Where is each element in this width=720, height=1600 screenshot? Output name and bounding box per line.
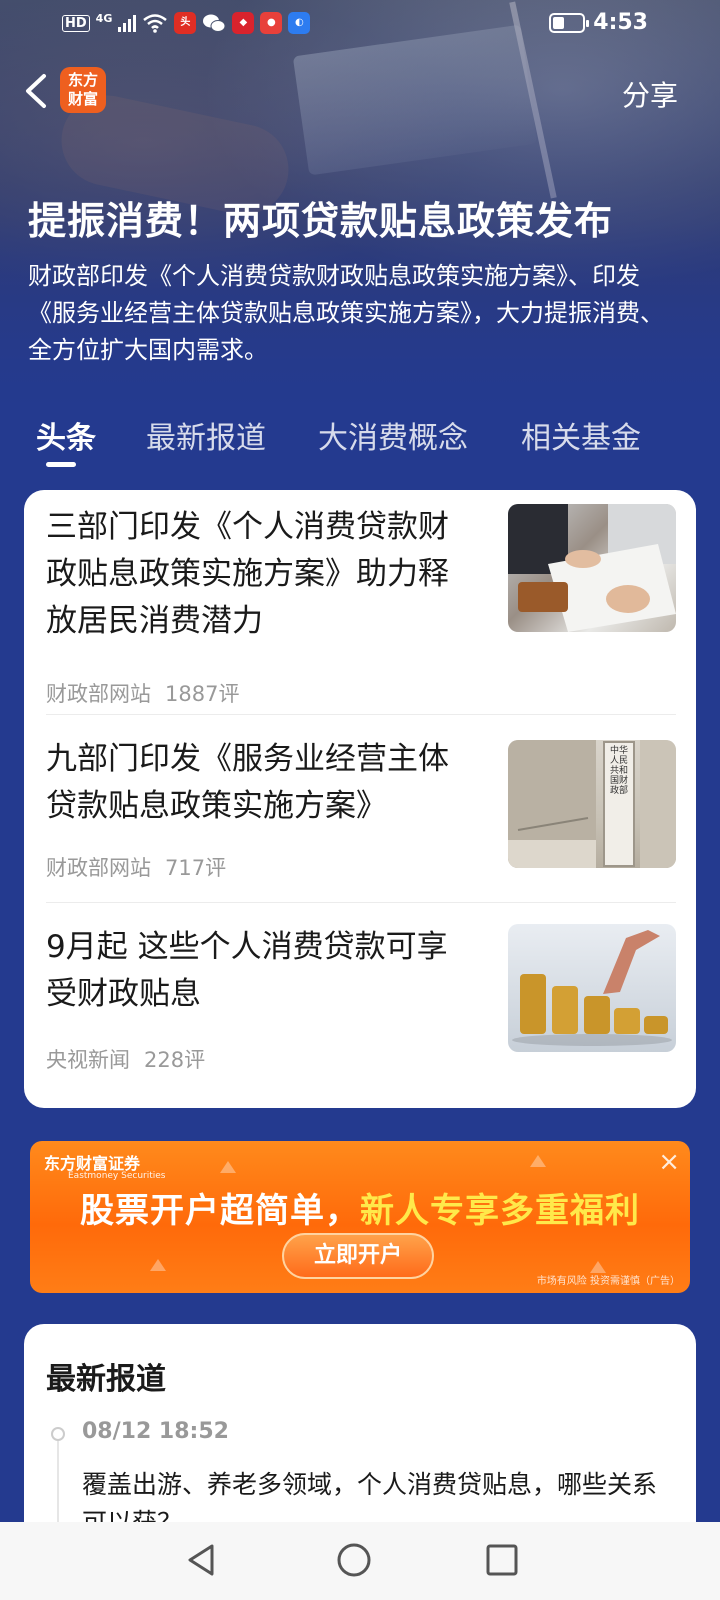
back-button[interactable]	[20, 70, 56, 112]
news-thumbnail-ministry[interactable]: 中华人民共和国财政部	[508, 740, 676, 868]
tab-latest-reports[interactable]: 最新报道	[146, 413, 266, 457]
tab-consumption-concept[interactable]: 大消费概念	[318, 413, 468, 457]
news-source: 财政部网站	[46, 856, 151, 880]
news-source: 财政部网站	[46, 682, 151, 706]
wifi-icon	[143, 14, 168, 33]
signal-icon	[118, 14, 137, 32]
share-button[interactable]: 分享	[622, 74, 678, 114]
timeline-dot-icon	[51, 1427, 65, 1441]
square-recents-icon	[486, 1544, 518, 1576]
report-time: 08/12 18:52	[82, 1419, 229, 1444]
news-source: 央视新闻	[46, 1048, 130, 1072]
latest-reports-heading: 最新报道	[46, 1362, 166, 1397]
news-thumbnail-coins[interactable]	[508, 924, 676, 1052]
news-item[interactable]: 九部门印发《服务业经营主体贷款贴息政策实施方案》 财政部网站 717评 中华人民共…	[46, 736, 676, 896]
news-comment-count: 717评	[165, 856, 227, 880]
ad-slogan-part1: 股票开户超简单，	[80, 1191, 360, 1231]
eastmoney-logo: 东方 财富	[60, 67, 106, 113]
tab-headlines[interactable]: 头条	[36, 413, 96, 457]
news-divider	[46, 714, 676, 715]
ad-slogan: 股票开户超简单，新人专享多重福利	[30, 1183, 690, 1232]
nav-home-button[interactable]	[334, 1540, 374, 1580]
topic-description: 财政部印发《个人消费贷款财政贴息政策实施方案》、印发《服务业经营主体贷款贴息政策…	[28, 262, 664, 364]
news-item[interactable]: 三部门印发《个人消费贷款财政贴息政策实施方案》助力释放居民消费潜力 财政部网站 1…	[46, 504, 676, 706]
news-title[interactable]: 9月起 这些个人消费贷款可享受财政贴息	[46, 924, 476, 1018]
headline-news-card: 三部门印发《个人消费贷款财政贴息政策实施方案》助力释放居民消费潜力 财政部网站 1…	[24, 490, 696, 1108]
news-divider	[46, 902, 676, 903]
circle-home-icon	[337, 1543, 371, 1577]
ad-risk-note: 市场有风险 投资需谨慎（广告）	[536, 1276, 680, 1287]
shopping-app-icon: ●	[260, 12, 283, 34]
news-title[interactable]: 三部门印发《个人消费贷款财政贴息政策实施方案》助力释放居民消费潜力	[46, 504, 476, 645]
account-opening-ad[interactable]: 东方财富证券 Eastmoney Securities × 股票开户超简单，新人…	[30, 1141, 690, 1293]
coin-stacks-image-icon	[512, 930, 672, 1046]
open-account-button[interactable]: 立即开户	[282, 1233, 434, 1279]
browser-app-icon: ◐	[288, 12, 311, 34]
wechat-icon	[203, 14, 226, 32]
active-tab-indicator	[46, 462, 76, 467]
news-comment-count: 228评	[144, 1048, 206, 1072]
status-bar: HD 4G 头 ◆ ● ◐ 4:53	[0, 0, 720, 48]
ministry-sign-text: 中华人民共和国财政部	[609, 746, 628, 796]
logo-text-bottom: 财富	[67, 90, 98, 108]
back-arrow-icon	[26, 74, 46, 108]
nav-back-button[interactable]	[182, 1540, 222, 1580]
news-item[interactable]: 9月起 这些个人消费贷款可享受财政贴息 央视新闻 228评	[46, 924, 676, 1094]
ad-close-icon[interactable]: ×	[658, 1147, 680, 1177]
tab-related-funds[interactable]: 相关基金	[521, 413, 641, 457]
app-notification-icon: ◆	[232, 12, 255, 34]
news-meta: 财政部网站 717评	[46, 852, 226, 882]
news-meta: 财政部网站 1887评	[46, 678, 239, 708]
battery-level	[553, 16, 565, 29]
news-title[interactable]: 九部门印发《服务业经营主体贷款贴息政策实施方案》	[46, 736, 476, 830]
news-thumbnail-handshake[interactable]	[508, 504, 676, 632]
network-type-label: 4G	[95, 12, 113, 25]
status-time: 4:53	[593, 10, 648, 35]
nav-recents-button[interactable]	[482, 1540, 522, 1580]
news-comment-count: 1887评	[165, 682, 240, 706]
building-image-icon	[508, 740, 676, 868]
ad-slogan-highlight: 新人专享多重福利	[360, 1191, 640, 1231]
logo-text-top: 东方	[67, 71, 98, 89]
triangle-back-icon	[188, 1544, 214, 1576]
toutiao-app-icon: 头	[174, 12, 197, 34]
hd-icon: HD	[62, 14, 90, 32]
battery-icon	[549, 12, 590, 33]
system-navigation-bar	[0, 1522, 720, 1600]
ad-brand-subtitle: Eastmoney Securities	[68, 1171, 166, 1181]
news-meta: 央视新闻 228评	[46, 1044, 205, 1074]
meeting-image-icon	[508, 504, 676, 632]
topic-title: 提振消费！两项贷款贴息政策发布	[28, 199, 614, 243]
topic-tabs: 头条 最新报道 大消费概念 相关基金	[0, 405, 720, 475]
